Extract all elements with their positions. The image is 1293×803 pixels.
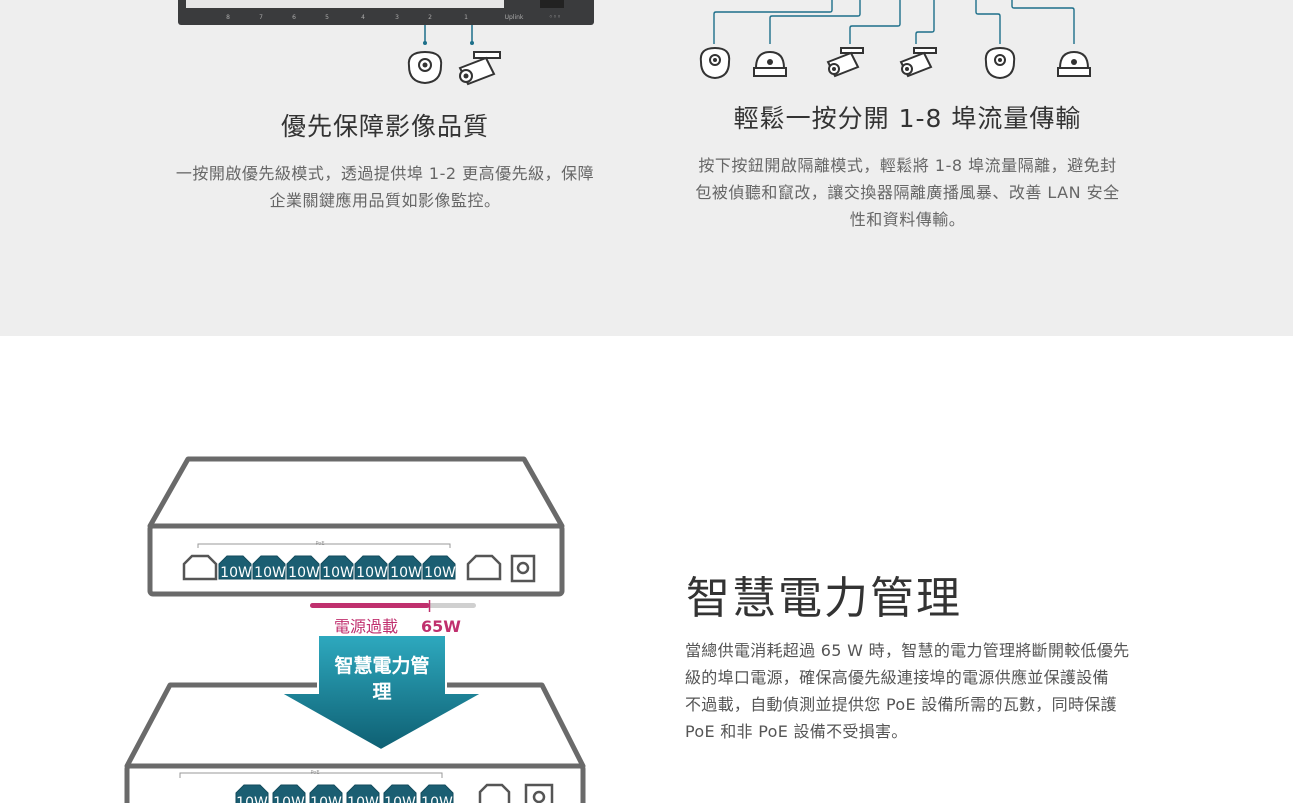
bullet-camera-icon bbox=[899, 47, 937, 78]
poe-label: PoE bbox=[315, 541, 324, 547]
port-led-icons: ◦◦◦ bbox=[549, 13, 561, 21]
dome-camera-icon bbox=[407, 50, 443, 85]
console-port bbox=[540, 0, 564, 8]
port-wattage-label: 10W bbox=[384, 795, 416, 803]
text-line: 按下按鈕開啟隔離模式，輕鬆將 1-8 埠流量隔離，避免封 bbox=[698, 156, 1117, 175]
port-number: 1 bbox=[464, 14, 468, 21]
port-wattage-label: 10W bbox=[310, 795, 342, 803]
port-wattage-label: 10W bbox=[288, 565, 320, 581]
text-line: PoE 和非 PoE 設備不受損害。 bbox=[685, 722, 908, 741]
priority-description: 一按開啟優先級模式，透過提供埠 1-2 更高優先級，保障 企業關鍵應用品質如影像… bbox=[140, 160, 630, 214]
text-line: 企業關鍵應用品質如影像監控。 bbox=[269, 191, 501, 210]
text-line: 級的埠口電源，確保高優先級連接埠的電源供應並保護設備 bbox=[685, 668, 1109, 687]
port-wattage-label: 10W bbox=[220, 565, 252, 581]
poe-label: PoE bbox=[310, 770, 319, 776]
arrow-label-line: 智慧電力管 bbox=[334, 654, 429, 677]
port-wattage-label: 10W bbox=[254, 565, 286, 581]
port-number: 4 bbox=[361, 14, 365, 21]
ceiling-camera-icon bbox=[753, 50, 787, 77]
isolation-title: 輕鬆一按分開 1-8 埠流量傳輸 bbox=[733, 104, 1082, 133]
power-management-illustration: PoE 10W 10W 10W 10W 10W 10W 10W 電源過載 65W PoE 1… bbox=[124, 456, 586, 803]
smart-power-description: 當總供電消耗超過 65 W 時，智慧的電力管理將斷開較低優先 級的埠口電源，確保… bbox=[685, 637, 1185, 745]
priority-title: 優先保障影像品質 bbox=[280, 112, 489, 141]
port-number: 6 bbox=[292, 14, 296, 21]
isolation-illustration bbox=[699, 0, 1091, 80]
overload-value: 65W bbox=[421, 617, 461, 636]
port-wattage-label: 10W bbox=[273, 795, 305, 803]
port-wattage-label: 10W bbox=[347, 795, 379, 803]
text-line: 當總供電消耗超過 65 W 時，智慧的電力管理將斷開較低優先 bbox=[685, 641, 1130, 660]
arrow-label-line: 理 bbox=[372, 681, 391, 703]
port-number: 7 bbox=[259, 14, 263, 21]
smart-power-title: 智慧電力管理 bbox=[686, 573, 962, 624]
port-wattage-label: 10W bbox=[390, 565, 422, 581]
power-budget-fill bbox=[310, 603, 430, 608]
bullet-camera-icon bbox=[458, 51, 501, 86]
text-line: 一按開啟優先級模式，透過提供埠 1-2 更高優先級，保障 bbox=[175, 164, 595, 183]
port-wattage-label: 10W bbox=[322, 565, 354, 581]
dome-camera-icon bbox=[984, 46, 1016, 80]
overload-label: 電源過載 bbox=[334, 617, 398, 636]
port-wattage-label: 10W bbox=[421, 795, 453, 803]
port-number: 5 bbox=[325, 14, 329, 21]
smart-power-section: PoE 10W 10W 10W 10W 10W 10W 10W 電源過載 65W PoE 1… bbox=[0, 336, 1293, 803]
switch-top: PoE 10W 10W 10W 10W 10W 10W 10W bbox=[147, 456, 565, 597]
port-wattage-label: 10W bbox=[424, 565, 456, 581]
ceiling-camera-icon bbox=[1057, 50, 1091, 77]
port-row bbox=[186, 0, 504, 8]
port-wattage-label: 10W bbox=[356, 565, 388, 581]
bullet-camera-icon bbox=[826, 47, 864, 78]
feature-section-top: 8 7 6 5 4 3 2 1 Uplink ◦◦◦ 優先保障影像品質 一按開啟… bbox=[0, 0, 1293, 336]
isolation-description: 按下按鈕開啟隔離模式，輕鬆將 1-8 埠流量隔離，避免封 包被偵聽和竄改，讓交換… bbox=[665, 152, 1150, 233]
dome-camera-icon bbox=[699, 46, 731, 80]
text-line: 不過載，自動偵測並提供您 PoE 設備所需的瓦數，同時保護 bbox=[685, 695, 1117, 714]
uplink-label: Uplink bbox=[505, 14, 524, 21]
text-line: 包被偵聽和竄改，讓交換器隔離廣播風暴、改善 LAN 安全 bbox=[695, 183, 1120, 202]
port-wattage-label: 10W bbox=[236, 795, 268, 803]
switch-priority-illustration: 8 7 6 5 4 3 2 1 Uplink ◦◦◦ bbox=[178, 0, 594, 86]
port-number: 8 bbox=[226, 14, 230, 21]
port-number: 3 bbox=[395, 14, 399, 21]
text-line: 性和資料傳輸。 bbox=[849, 210, 966, 229]
port-number: 2 bbox=[428, 14, 432, 21]
